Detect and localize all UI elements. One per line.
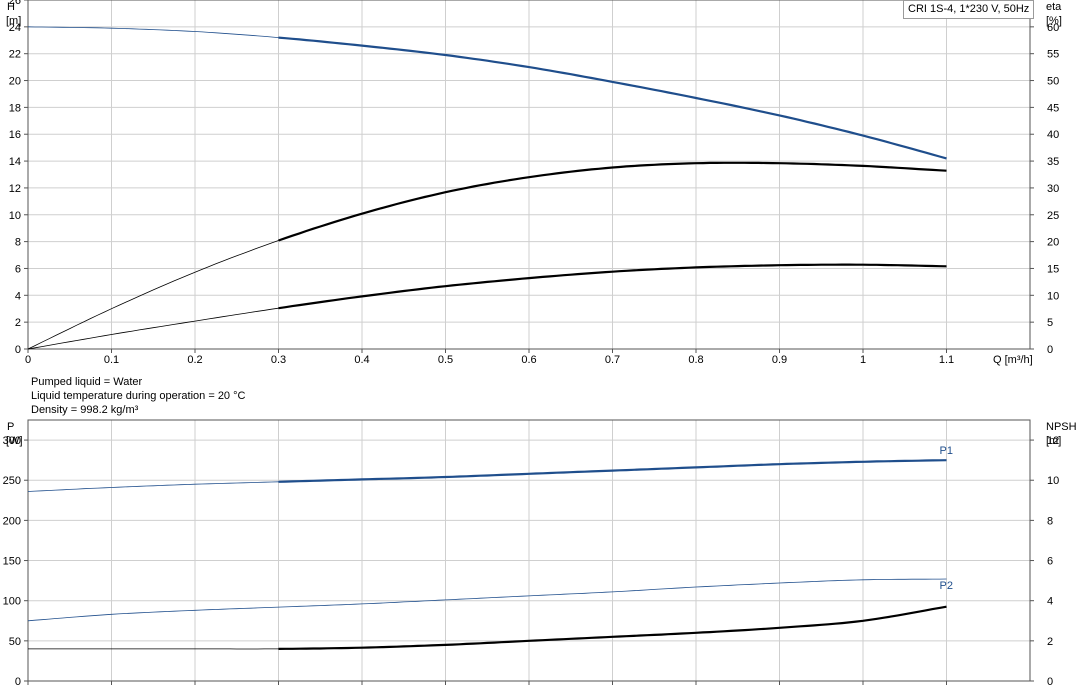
chart2-y-right-tick-label: 8	[1047, 515, 1053, 527]
liquid-temperature-text: Liquid temperature during operation = 20…	[31, 390, 246, 402]
chart2-y-left-tick-label: 150	[3, 556, 21, 568]
chart1-x-tick-label: 1.1	[939, 354, 954, 366]
chart1-y-right-label: eta	[1046, 1, 1062, 13]
chart1-series-2-line-thin	[27, 307, 279, 350]
chart1-y-right-tick-label: 15	[1047, 263, 1059, 275]
chart1-x-axis-label: Q [m³/h]	[993, 354, 1033, 366]
chart2-y-left-tick-label: 250	[3, 475, 21, 487]
pump-legend-label: CRI 1S-4, 1*230 V, 50Hz	[908, 3, 1030, 15]
chart1-y-right-tick-label: 5	[1047, 317, 1053, 329]
pump-legend-box: CRI 1S-4, 1*230 V, 50Hz	[903, 0, 1034, 19]
chart1-y-right-tick-label: 45	[1047, 102, 1059, 114]
chart2-series-0-label: P1	[940, 445, 953, 457]
chart2-y-right-tick-label: 4	[1047, 596, 1053, 608]
chart2-y-left-tick-label: 50	[9, 636, 21, 648]
chart1-x-tick-label: 0.7	[605, 354, 620, 366]
chart1-y-right-unit: [%]	[1046, 15, 1062, 27]
density-text: Density = 998.2 kg/m³	[31, 404, 139, 416]
chart1-y-left-tick-label: 16	[9, 129, 21, 141]
chart1-x-tick-label: 0.4	[354, 354, 369, 366]
chart1-x-tick-label: 0	[25, 354, 31, 366]
chart2-y-right-tick-label: 10	[1047, 475, 1059, 487]
chart1-x-tick-label: 0.3	[271, 354, 286, 366]
chart1-y-right-tick-label: 40	[1047, 129, 1059, 141]
chart1-y-right-tick-label: 30	[1047, 183, 1059, 195]
chart2-y-left-label: P	[7, 421, 14, 433]
pumped-liquid-text: Pumped liquid = Water	[31, 376, 143, 388]
chart2-y-left-tick-label: 200	[3, 515, 21, 527]
chart1-x-tick-label: 0.2	[187, 354, 202, 366]
chart1-y-right-tick-label: 25	[1047, 210, 1059, 222]
chart1-x-tick-label: 0.5	[438, 354, 453, 366]
chart2-y-right-tick-label: 0	[1047, 676, 1053, 688]
chart1-y-left-tick-label: 12	[9, 183, 21, 195]
chart1-y-right-tick-label: 10	[1047, 290, 1059, 302]
chart1-x-tick-label: 0.8	[688, 354, 703, 366]
chart2-series-1-line-thin	[27, 578, 947, 622]
chart2-y-right-tick-label: 2	[1047, 636, 1053, 648]
chart1-x-tick-label: 0.9	[772, 354, 787, 366]
chart1-x-tick-label: 0.6	[521, 354, 536, 366]
chart2-y-right-unit: [m]	[1046, 435, 1061, 447]
chart1-y-left-tick-label: 8	[15, 237, 21, 249]
chart2-y-left-tick-label: 0	[15, 676, 21, 688]
chart2-series-1-label: P2	[940, 580, 953, 592]
chart2-y-left-unit: [W]	[6, 435, 23, 447]
chart1-y-right-tick-label: 20	[1047, 237, 1059, 249]
chart2-y-left-tick-label: 100	[3, 596, 21, 608]
chart1-y-right-tick-label: 55	[1047, 49, 1059, 61]
chart1-y-left-label: H	[7, 1, 15, 13]
chart1-y-left-tick-label: 0	[15, 344, 21, 356]
chart2-y-right-label: NPSH	[1046, 421, 1077, 433]
chart1-y-right-tick-label: 35	[1047, 156, 1059, 168]
chart1-y-left-tick-label: 20	[9, 76, 21, 88]
chart1-series-0-line-thin	[27, 26, 279, 38]
chart1-y-left-tick-label: 4	[15, 290, 21, 302]
chart1-y-left-tick-label: 22	[9, 49, 21, 61]
chart1-y-left-tick-label: 10	[9, 210, 21, 222]
chart1-y-right-tick-label: 0	[1047, 344, 1053, 356]
chart1-x-tick-label: 0.1	[104, 354, 119, 366]
chart2-y-right-tick-label: 6	[1047, 556, 1053, 568]
chart1-y-left-tick-label: 6	[15, 263, 21, 275]
chart1-series-1-line-thin	[27, 240, 279, 350]
chart1-y-left-tick-label: 18	[9, 102, 21, 114]
chart1-y-left-tick-label: 2	[15, 317, 21, 329]
pump-curve-chart: 0 0.1 0.2 0.3 0.4 0.5 0.6 0.7 0.8 0.9 1 1.1 0 2 4 6 8 10 1…	[3, 0, 1077, 688]
chart1-y-left-tick-label: 14	[9, 156, 21, 168]
chart2-series-0-line-thin	[27, 481, 279, 492]
chart1-x-tick-label: 1	[860, 354, 866, 366]
chart1-y-left-unit: [m]	[6, 15, 21, 27]
chart1-y-right-tick-label: 50	[1047, 76, 1059, 88]
